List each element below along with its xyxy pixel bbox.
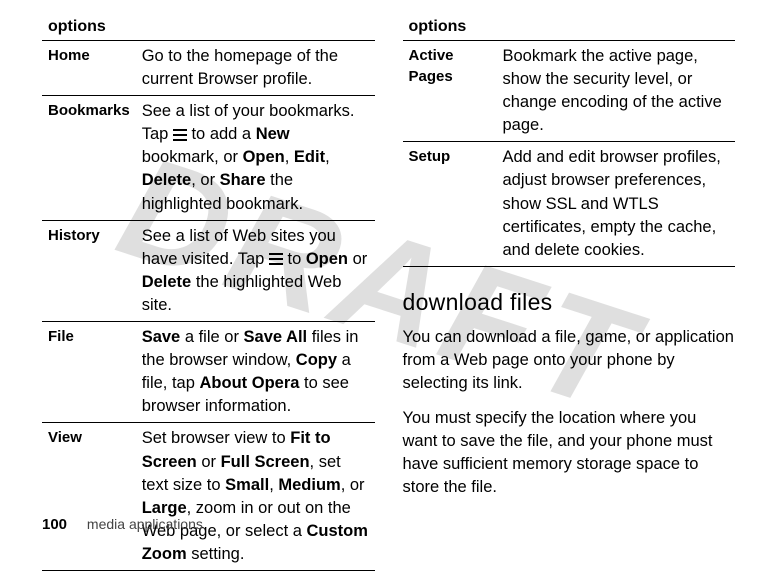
option-description: Save a file or Save All files in the bro… bbox=[136, 322, 375, 423]
option-description: See a list of Web sites you have visited… bbox=[136, 220, 375, 321]
table-row: BookmarksSee a list of your bookmarks. T… bbox=[42, 96, 375, 220]
left-column: options HomeGo to the homepage of the cu… bbox=[42, 14, 375, 571]
table-row: HomeGo to the homepage of the current Br… bbox=[42, 41, 375, 96]
page-footer: 100 media applications bbox=[42, 516, 203, 533]
option-label: Setup bbox=[403, 142, 497, 266]
option-description: Set browser view to Fit to Screen or Ful… bbox=[136, 423, 375, 571]
download-para-2: You must specify the location where you … bbox=[403, 407, 736, 499]
table-row: Active PagesBookmark the active page, sh… bbox=[403, 41, 736, 142]
menu-icon bbox=[269, 253, 283, 265]
option-description: See a list of your bookmarks. Tap to add… bbox=[136, 96, 375, 220]
page-content: options HomeGo to the homepage of the cu… bbox=[0, 0, 759, 585]
option-description: Go to the homepage of the current Browse… bbox=[136, 41, 375, 96]
table-row: SetupAdd and edit browser profiles, adju… bbox=[403, 142, 736, 266]
table-row: FileSave a file or Save All files in the… bbox=[42, 322, 375, 423]
option-label: View bbox=[42, 423, 136, 571]
option-description: Bookmark the active page, show the secur… bbox=[497, 41, 736, 142]
option-label: Active Pages bbox=[403, 41, 497, 142]
option-description: Add and edit browser profiles, adjust br… bbox=[497, 142, 736, 266]
download-files-heading: download files bbox=[403, 289, 736, 316]
table-row: HistorySee a list of Web sites you have … bbox=[42, 220, 375, 321]
option-label: Home bbox=[42, 41, 136, 96]
option-label: File bbox=[42, 322, 136, 423]
page-number: 100 bbox=[42, 516, 67, 533]
chapter-title: media applications bbox=[87, 516, 203, 532]
menu-icon bbox=[173, 129, 187, 141]
download-para-1: You can download a file, game, or applic… bbox=[403, 326, 736, 395]
left-options-table: options HomeGo to the homepage of the cu… bbox=[42, 14, 375, 571]
right-options-table: options Active PagesBookmark the active … bbox=[403, 14, 736, 267]
option-label: History bbox=[42, 220, 136, 321]
right-column: options Active PagesBookmark the active … bbox=[403, 14, 736, 571]
left-table-header: options bbox=[42, 14, 375, 41]
option-label: Bookmarks bbox=[42, 96, 136, 220]
right-table-header: options bbox=[403, 14, 736, 41]
table-row: ViewSet browser view to Fit to Screen or… bbox=[42, 423, 375, 571]
